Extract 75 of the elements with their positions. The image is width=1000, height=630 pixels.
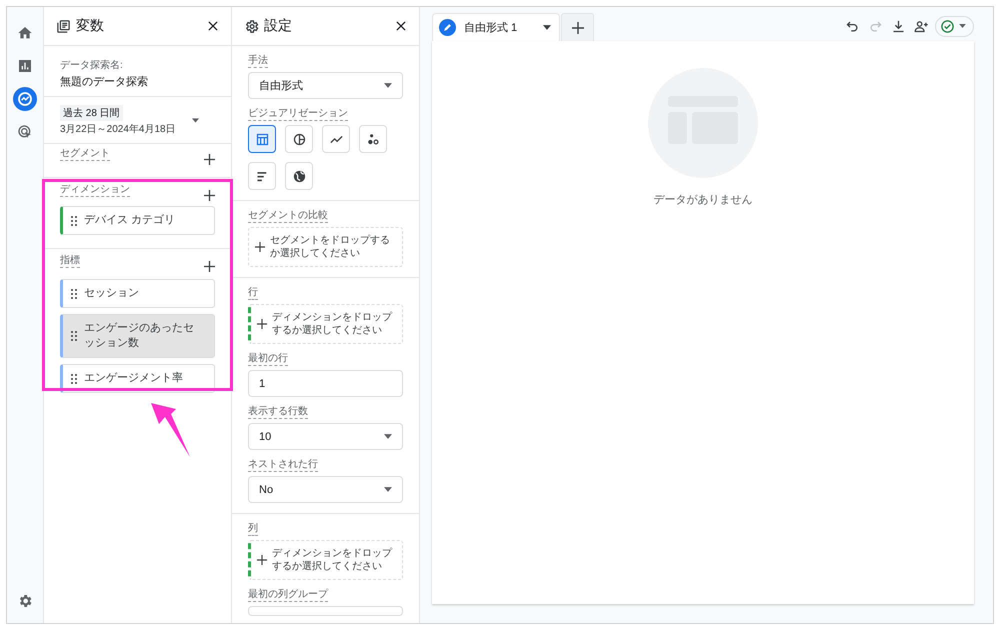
field-label: ビジュアリゼーション	[248, 108, 348, 121]
empty-message: データがありません	[654, 193, 752, 207]
nested-rows-dropdown[interactable]: No	[248, 476, 403, 503]
field-label: データ探索名:	[60, 58, 124, 72]
table-icon	[254, 132, 270, 146]
dimension-chip[interactable]: デバイス カテゴリ	[60, 206, 215, 235]
segment-drop-zone[interactable]: セグメントをドロップするか選択してください	[248, 227, 403, 267]
caret-icon	[959, 24, 966, 28]
caret-icon	[384, 487, 392, 492]
add-icon	[257, 319, 267, 329]
date-range: 3月22日～2024年4月18日	[60, 122, 176, 136]
pencil-icon	[439, 19, 456, 36]
section-label: 指標	[60, 255, 80, 268]
add-icon	[257, 555, 267, 565]
panel-title: 変数	[76, 17, 105, 35]
drag-handle-icon[interactable]	[71, 216, 77, 226]
first-row-field[interactable]: 1	[248, 370, 403, 397]
first-column-group-field[interactable]	[248, 606, 403, 616]
technique-dropdown[interactable]: 自由形式	[248, 72, 403, 99]
home-icon	[17, 25, 33, 41]
panel-title: 設定	[264, 17, 293, 35]
metric-chip[interactable]: セッション	[60, 279, 215, 308]
section-label: セグメント	[60, 148, 110, 161]
date-preset-chip: 過去 28 日間	[60, 104, 123, 120]
dropdown-caret-icon[interactable]	[192, 118, 199, 122]
globe-icon	[292, 168, 306, 184]
donut-chart-icon	[292, 132, 306, 146]
field-label: ネストされた行	[248, 459, 318, 472]
drag-handle-icon[interactable]	[71, 331, 77, 341]
exploration-name-field[interactable]: 無題のデータ探索	[60, 74, 215, 89]
field-label: 行	[248, 287, 258, 300]
add-icon[interactable]	[204, 260, 215, 272]
field-label: 最初の列グループ	[248, 589, 328, 602]
add-tab-button[interactable]	[561, 13, 594, 41]
add-icon[interactable]	[204, 154, 215, 164]
canvas-tab[interactable]: 自由形式 1	[432, 13, 560, 41]
field-label: 表示する行数	[248, 406, 308, 419]
settings-icon	[244, 18, 259, 34]
field-label: 最初の行	[248, 353, 288, 366]
line-chart-button[interactable]	[322, 125, 350, 153]
metric-chip[interactable]: エンゲージのあったセッション数	[60, 314, 215, 358]
metric-chip[interactable]: エンゲージメント率	[60, 364, 215, 393]
drag-handle-icon[interactable]	[71, 288, 77, 298]
download-icon	[891, 18, 906, 34]
target-cursor-icon	[17, 124, 33, 140]
rows-shown-dropdown[interactable]: 10	[248, 423, 403, 450]
drag-handle-icon[interactable]	[71, 374, 77, 384]
add-person-icon	[914, 18, 929, 34]
bar-chart-icon	[17, 58, 33, 74]
columns-drop-zone[interactable]: ディメンションをドロップするか選択してください	[248, 540, 403, 580]
field-label: 列	[248, 523, 258, 536]
bar-chart-button[interactable]	[248, 162, 276, 190]
close-icon	[394, 19, 408, 33]
rows-drop-zone[interactable]: ディメンションをドロップするか選択してください	[248, 304, 403, 344]
donut-chart-button[interactable]	[285, 125, 313, 153]
map-button[interactable]	[285, 162, 313, 190]
add-icon[interactable]	[204, 190, 215, 200]
scatter-plot-button[interactable]	[359, 125, 387, 153]
explore-icon	[16, 90, 34, 108]
variables-icon	[56, 18, 71, 34]
table-button[interactable]	[248, 125, 276, 153]
add-icon	[572, 22, 584, 34]
close-icon	[206, 19, 220, 33]
scatter-icon	[366, 132, 380, 146]
section-label: ディメンション	[60, 184, 130, 197]
dropdown-caret-icon[interactable]	[543, 25, 551, 30]
add-icon	[255, 242, 265, 252]
caret-icon	[384, 434, 392, 439]
caret-icon	[384, 83, 392, 88]
settings-icon[interactable]	[17, 593, 33, 609]
field-label: セグメントの比較	[248, 210, 328, 223]
status-button[interactable]	[935, 16, 974, 36]
nav-item[interactable]	[13, 87, 37, 111]
field-label: 手法	[248, 55, 268, 68]
check-circle-icon	[940, 18, 955, 34]
